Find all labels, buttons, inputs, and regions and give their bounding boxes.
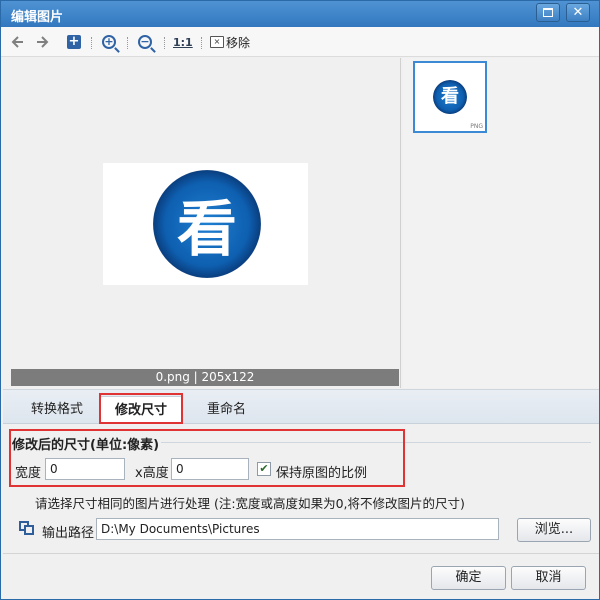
back-button[interactable] — [11, 33, 25, 51]
edit-image-dialog: 编辑图片 ✕ + + − 1:1 × 移除 看 0.png | 205x122 … — [0, 0, 600, 600]
zoom-out-icon: − — [138, 35, 152, 49]
title-bar[interactable]: 编辑图片 ✕ — [1, 1, 599, 27]
actual-size-label: 1:1 — [173, 35, 193, 49]
forward-button[interactable] — [35, 33, 49, 51]
zoom-in-button[interactable]: + — [102, 33, 116, 51]
cancel-button[interactable]: 取消 — [511, 566, 586, 590]
output-path-input[interactable] — [96, 518, 499, 540]
kan-app-icon: 看 — [433, 80, 467, 114]
toolbar-separator — [127, 37, 128, 49]
zoom-out-button[interactable]: − — [138, 33, 152, 51]
image-info-bar: 0.png | 205x122 — [11, 369, 399, 386]
tab-highlight-box — [99, 393, 183, 424]
arrow-right-icon — [37, 36, 49, 48]
resize-highlight-box — [9, 429, 405, 487]
zoom-in-icon: + — [102, 35, 116, 49]
file-type-label: PNG — [470, 123, 483, 130]
toolbar-separator — [164, 37, 165, 49]
remove-button[interactable]: × 移除 — [210, 33, 250, 51]
image-preview-pane: 看 — [3, 58, 401, 388]
thumbnail-list: 看 PNG — [403, 58, 599, 388]
maximize-icon — [543, 8, 553, 17]
close-icon: ✕ — [572, 5, 584, 20]
maximize-button[interactable] — [536, 3, 560, 22]
toolbar-separator — [91, 37, 92, 49]
actual-size-button[interactable]: 1:1 — [173, 33, 193, 51]
footer-divider — [3, 553, 599, 554]
remove-label: 移除 — [226, 35, 251, 50]
add-image-button[interactable]: + — [67, 33, 81, 51]
add-icon: + — [67, 34, 81, 49]
output-path-label: 输出路径 — [42, 526, 95, 541]
thumbnail-item[interactable]: 看 PNG — [413, 61, 487, 133]
close-button[interactable]: ✕ — [566, 3, 590, 22]
browse-button[interactable]: 浏览... — [517, 518, 591, 542]
arrow-left-icon — [11, 36, 23, 48]
toolbar-separator — [201, 37, 202, 49]
preview-image: 看 — [103, 163, 308, 285]
kan-app-icon: 看 — [153, 170, 261, 278]
tab-convert-format[interactable]: 转换格式 — [17, 396, 97, 424]
tab-strip: 转换格式 修改尺寸 重命名 — [3, 389, 599, 424]
resize-note: 请选择尺寸相同的图片进行处理 (注:宽度或高度如果为0,将不修改图片的尺寸) — [35, 496, 465, 511]
toolbar: + + − 1:1 × 移除 — [1, 27, 599, 57]
ok-button[interactable]: 确定 — [431, 566, 506, 590]
tab-rename[interactable]: 重命名 — [193, 396, 260, 424]
output-folder-icon — [19, 521, 35, 535]
remove-icon: × — [210, 36, 224, 48]
window-title: 编辑图片 — [11, 10, 64, 25]
